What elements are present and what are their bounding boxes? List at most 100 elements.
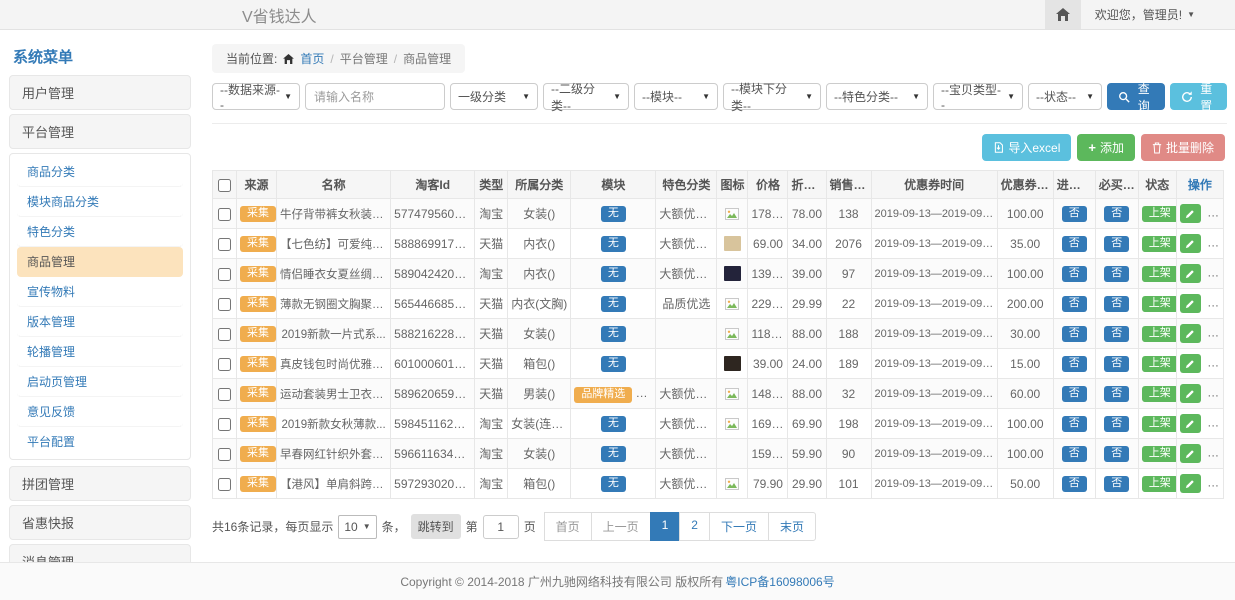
edit-button[interactable] — [1180, 264, 1201, 283]
filter-select[interactable]: --特色分类-- ▼ — [826, 83, 928, 110]
page-size-select[interactable]: 10 ▼ — [338, 515, 376, 539]
delete-button[interactable] — [1207, 444, 1223, 463]
must-buy-badge[interactable]: 否 — [1104, 326, 1129, 342]
delete-button[interactable] — [1207, 384, 1223, 403]
edit-button[interactable] — [1180, 204, 1201, 223]
delete-button[interactable] — [1207, 354, 1223, 373]
page-button[interactable]: 末页 — [768, 512, 816, 541]
status-badge[interactable]: 上架 — [1142, 266, 1177, 282]
filter-select[interactable]: --二级分类-- ▼ — [543, 83, 629, 110]
row-checkbox[interactable] — [218, 298, 231, 311]
status-badge[interactable]: 上架 — [1142, 326, 1177, 342]
sidebar-item[interactable]: 特色分类 — [17, 217, 183, 247]
sidebar-item[interactable]: 意见反馈 — [17, 397, 183, 427]
sidebar-section[interactable]: 省惠快报 — [9, 505, 191, 540]
delete-button[interactable] — [1207, 204, 1223, 223]
must-buy-badge[interactable]: 否 — [1104, 386, 1129, 402]
sidebar-item[interactable]: 平台配置 — [17, 427, 183, 456]
status-badge[interactable]: 上架 — [1142, 356, 1177, 372]
jump-page-input[interactable] — [483, 515, 519, 539]
filter-select[interactable]: 一级分类 ▼ — [450, 83, 538, 110]
import-select-badge[interactable]: 否 — [1062, 476, 1087, 492]
row-checkbox[interactable] — [218, 388, 231, 401]
page-button[interactable]: 2 — [679, 512, 710, 541]
edit-button[interactable] — [1180, 474, 1201, 493]
row-checkbox[interactable] — [218, 418, 231, 431]
delete-button[interactable] — [1207, 264, 1223, 283]
import-select-badge[interactable]: 否 — [1062, 236, 1087, 252]
filter-select[interactable]: --宝贝类型-- ▼ — [933, 83, 1023, 110]
name-search-input[interactable] — [305, 83, 445, 110]
filter-select[interactable]: --模块下分类-- ▼ — [723, 83, 821, 110]
reset-button[interactable]: 重置 — [1170, 83, 1228, 110]
jump-button[interactable]: 跳转到 — [411, 514, 461, 539]
import-select-badge[interactable]: 否 — [1062, 326, 1087, 342]
row-checkbox[interactable] — [218, 358, 231, 371]
sidebar-item[interactable]: 商品分类 — [17, 157, 183, 187]
row-checkbox[interactable] — [218, 268, 231, 281]
row-checkbox[interactable] — [218, 238, 231, 251]
must-buy-badge[interactable]: 否 — [1104, 476, 1129, 492]
edit-button[interactable] — [1180, 294, 1201, 313]
filter-select[interactable]: --状态-- ▼ — [1028, 83, 1102, 110]
row-checkbox[interactable] — [218, 448, 231, 461]
must-buy-badge[interactable]: 否 — [1104, 206, 1129, 222]
status-badge[interactable]: 上架 — [1142, 476, 1177, 492]
status-badge[interactable]: 上架 — [1142, 446, 1177, 462]
edit-button[interactable] — [1180, 234, 1201, 253]
must-buy-badge[interactable]: 否 — [1104, 416, 1129, 432]
delete-button[interactable] — [1207, 294, 1223, 313]
page-button[interactable]: 1 — [650, 512, 681, 541]
import-excel-button[interactable]: 导入excel — [982, 134, 1071, 161]
edit-button[interactable] — [1180, 354, 1201, 373]
edit-button[interactable] — [1180, 324, 1201, 343]
sidebar-section[interactable]: 平台管理 — [9, 114, 191, 149]
edit-button[interactable] — [1180, 384, 1201, 403]
status-badge[interactable]: 上架 — [1142, 296, 1177, 312]
page-button[interactable]: 上一页 — [591, 512, 651, 541]
search-button[interactable]: 查询 — [1107, 83, 1165, 110]
add-button[interactable]: + 添加 — [1077, 134, 1135, 161]
delete-button[interactable] — [1207, 234, 1223, 253]
import-select-badge[interactable]: 否 — [1062, 416, 1087, 432]
breadcrumb-home-link[interactable]: 首页 — [300, 50, 324, 67]
home-button[interactable] — [1045, 0, 1081, 29]
status-badge[interactable]: 上架 — [1142, 236, 1177, 252]
sidebar-section[interactable]: 拼团管理 — [9, 466, 191, 501]
row-checkbox[interactable] — [218, 328, 231, 341]
delete-button[interactable] — [1207, 474, 1223, 493]
import-select-badge[interactable]: 否 — [1062, 266, 1087, 282]
edit-button[interactable] — [1180, 444, 1201, 463]
must-buy-badge[interactable]: 否 — [1104, 236, 1129, 252]
sidebar-item[interactable]: 模块商品分类 — [17, 187, 183, 217]
row-checkbox[interactable] — [218, 208, 231, 221]
status-badge[interactable]: 上架 — [1142, 416, 1177, 432]
status-badge[interactable]: 上架 — [1142, 386, 1177, 402]
sidebar-item[interactable]: 商品管理 — [17, 247, 183, 277]
import-select-badge[interactable]: 否 — [1062, 356, 1087, 372]
page-button[interactable]: 下一页 — [709, 512, 769, 541]
sidebar-item[interactable]: 版本管理 — [17, 307, 183, 337]
must-buy-badge[interactable]: 否 — [1104, 356, 1129, 372]
delete-button[interactable] — [1207, 414, 1223, 433]
edit-button[interactable] — [1180, 414, 1201, 433]
batch-delete-button[interactable]: 批量删除 — [1141, 134, 1225, 161]
filter-select[interactable]: --模块-- ▼ — [634, 83, 718, 110]
filter-select[interactable]: --数据来源-- ▼ — [212, 83, 300, 110]
sidebar-item[interactable]: 轮播管理 — [17, 337, 183, 367]
row-checkbox[interactable] — [218, 478, 231, 491]
sidebar-section[interactable]: 用户管理 — [9, 75, 191, 110]
page-button[interactable]: 首页 — [544, 512, 592, 541]
must-buy-badge[interactable]: 否 — [1104, 296, 1129, 312]
import-select-badge[interactable]: 否 — [1062, 296, 1087, 312]
select-all-checkbox[interactable] — [218, 179, 231, 192]
sidebar-item[interactable]: 宣传物料 — [17, 277, 183, 307]
must-buy-badge[interactable]: 否 — [1104, 266, 1129, 282]
import-select-badge[interactable]: 否 — [1062, 446, 1087, 462]
delete-button[interactable] — [1207, 324, 1223, 343]
user-menu[interactable]: 欢迎您，管理员! ▼ — [1081, 6, 1235, 23]
sidebar-item[interactable]: 启动页管理 — [17, 367, 183, 397]
import-select-badge[interactable]: 否 — [1062, 386, 1087, 402]
must-buy-badge[interactable]: 否 — [1104, 446, 1129, 462]
icp-link[interactable]: 粤ICP备16098006号 — [725, 573, 834, 590]
